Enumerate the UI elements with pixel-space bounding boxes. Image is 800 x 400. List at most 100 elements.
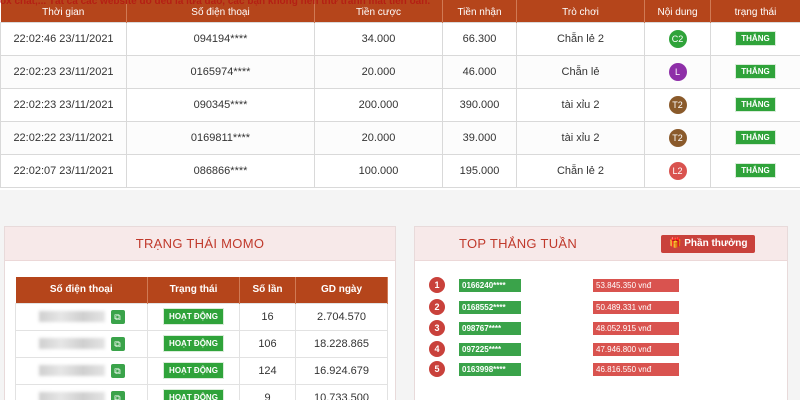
table-row: 22:02:46 23/11/2021 094194**** 34.000 66… (0, 21, 800, 56)
cell-phone: 086866**** (126, 153, 315, 188)
rank-amount: 47.946.800 vnđ (593, 343, 679, 356)
rank-row: 2 0168552**** 50.489.331 vnđ (429, 299, 779, 317)
cell-count: 16 (239, 302, 296, 331)
cell-status: THẮNG (710, 87, 800, 122)
status-badge: THẮNG (735, 64, 776, 79)
cell-game: Chẵn lẻ 2 (516, 21, 645, 56)
copy-icon[interactable]: ⧉ (110, 363, 125, 378)
cell-time: 22:02:07 23/11/2021 (0, 153, 127, 188)
rank-amount: 46.816.550 vnđ (593, 363, 679, 376)
content-badge: L (668, 62, 687, 81)
cell-count: 106 (239, 329, 296, 358)
rank-number: 1 (429, 277, 445, 293)
cell-daily: 18.228.865 (295, 329, 388, 358)
content-badge: T2 (668, 95, 687, 114)
col-daily: GD ngày (295, 277, 388, 303)
cell-content: L (644, 54, 711, 89)
cell-count: 9 (239, 383, 296, 400)
cell-phone: ⧉ (15, 383, 148, 400)
rank-row: 4 097225**** 47.946.800 vnđ (429, 341, 779, 359)
cell-status: HOẠT ĐỘNG (147, 302, 240, 331)
cell-status: THẮNG (710, 153, 800, 188)
cell-status: HOẠT ĐỘNG (147, 329, 240, 358)
cell-game: Chẵn lẻ 2 (516, 153, 645, 188)
col-count: Số lần (239, 277, 296, 303)
table-row: ⧉ HOẠT ĐỘNG 16 2.704.570 (15, 302, 388, 331)
cell-bet: 20.000 (314, 120, 443, 155)
copy-icon[interactable]: ⧉ (110, 390, 125, 400)
cell-time: 22:02:22 23/11/2021 (0, 120, 127, 155)
rank-row: 1 0166240**** 53.845.350 vnđ (429, 277, 779, 295)
cell-content: L2 (644, 153, 711, 188)
blurred-phone (38, 311, 105, 322)
cell-received: 66.300 (442, 21, 517, 56)
momo-table: Số điện thoại Trạng thái Số lần GD ngày … (15, 277, 388, 400)
col-status: Trạng thái (147, 277, 240, 303)
cell-content: T2 (644, 120, 711, 155)
reward-button[interactable]: 🎁 Phần thưởng (661, 235, 756, 253)
rank-amount: 53.845.350 vnđ (593, 279, 679, 292)
table-row: ⧉ HOẠT ĐỘNG 106 18.228.865 (15, 329, 388, 358)
cell-content: C2 (644, 21, 711, 56)
rank-amount: 50.489.331 vnđ (593, 301, 679, 314)
rank-row: 3 098767**** 48.052.915 vnđ (429, 320, 779, 338)
cell-time: 22:02:23 23/11/2021 (0, 87, 127, 122)
status-badge: HOẠT ĐỘNG (163, 389, 224, 400)
cell-phone: 094194**** (126, 21, 315, 56)
weekly-panel-title: TOP THẮNG TUẦN (459, 236, 578, 251)
cell-daily: 16.924.679 (295, 356, 388, 385)
cell-phone: ⧉ (15, 302, 148, 331)
history-section: ox chat,... Tất cả các website đó đều là… (0, 0, 800, 190)
blurred-phone (38, 392, 105, 400)
notice-marquee: ox chat,... Tất cả các website đó đều là… (0, 0, 431, 7)
content-badge: L2 (668, 161, 687, 180)
rank-row: 5 0163998**** 46.816.550 vnđ (429, 361, 779, 379)
status-badge: THẮNG (735, 163, 776, 178)
status-badge: HOẠT ĐỘNG (163, 335, 224, 352)
rank-phone: 0166240**** (459, 279, 521, 292)
cell-game: tài xỉu 2 (516, 87, 645, 122)
momo-status-panel: TRẠNG THÁI MOMO Số điện thoại Trạng thái… (4, 226, 396, 400)
cell-status: THẮNG (710, 120, 800, 155)
copy-icon[interactable]: ⧉ (110, 309, 125, 324)
rank-phone: 098767**** (459, 322, 521, 335)
status-badge: THẮNG (735, 31, 776, 46)
status-badge: THẮNG (735, 97, 776, 112)
table-row: 22:02:07 23/11/2021 086866**** 100.000 1… (0, 153, 800, 188)
status-badge: HOẠT ĐỘNG (163, 362, 224, 379)
copy-icon[interactable]: ⧉ (110, 336, 125, 351)
momo-header-row: Số điện thoại Trạng thái Số lần GD ngày (15, 277, 388, 303)
status-badge: THẮNG (735, 130, 776, 145)
blurred-phone (38, 365, 105, 376)
rank-number: 4 (429, 341, 445, 357)
rank-number: 5 (429, 361, 445, 377)
cell-received: 195.000 (442, 153, 517, 188)
cell-phone: 0169811**** (126, 120, 315, 155)
cell-content: T2 (644, 87, 711, 122)
status-badge: HOẠT ĐỘNG (163, 308, 224, 325)
rank-phone: 097225**** (459, 343, 521, 356)
cell-daily: 2.704.570 (295, 302, 388, 331)
momo-panel-header: TRẠNG THÁI MOMO (5, 227, 395, 261)
cell-phone: 090345**** (126, 87, 315, 122)
cell-game: Chẵn lẻ (516, 54, 645, 89)
cell-phone: 0165974**** (126, 54, 315, 89)
cell-time: 22:02:23 23/11/2021 (0, 54, 127, 89)
history-table: Thời gian Số điện thoại Tiền cược Tiền n… (0, 0, 800, 188)
cell-received: 46.000 (442, 54, 517, 89)
blurred-phone (38, 338, 105, 349)
table-row: ⧉ HOẠT ĐỘNG 9 10.733.500 (15, 383, 388, 400)
cell-phone: ⧉ (15, 329, 148, 358)
cell-received: 390.000 (442, 87, 517, 122)
cell-bet: 100.000 (314, 153, 443, 188)
cell-time: 22:02:46 23/11/2021 (0, 21, 127, 56)
table-row: 22:02:23 23/11/2021 0165974**** 20.000 4… (0, 54, 800, 89)
table-row: 22:02:22 23/11/2021 0169811**** 20.000 3… (0, 120, 800, 155)
cell-phone: ⧉ (15, 356, 148, 385)
gift-icon: 🎁 (669, 238, 685, 249)
content-badge: C2 (668, 29, 687, 48)
weekly-top-panel: TOP THẮNG TUẦN 🎁 Phần thưởng 1 0166240**… (414, 226, 788, 400)
cell-count: 124 (239, 356, 296, 385)
cell-status: THẮNG (710, 54, 800, 89)
col-phone: Số điện thoại (15, 277, 148, 303)
